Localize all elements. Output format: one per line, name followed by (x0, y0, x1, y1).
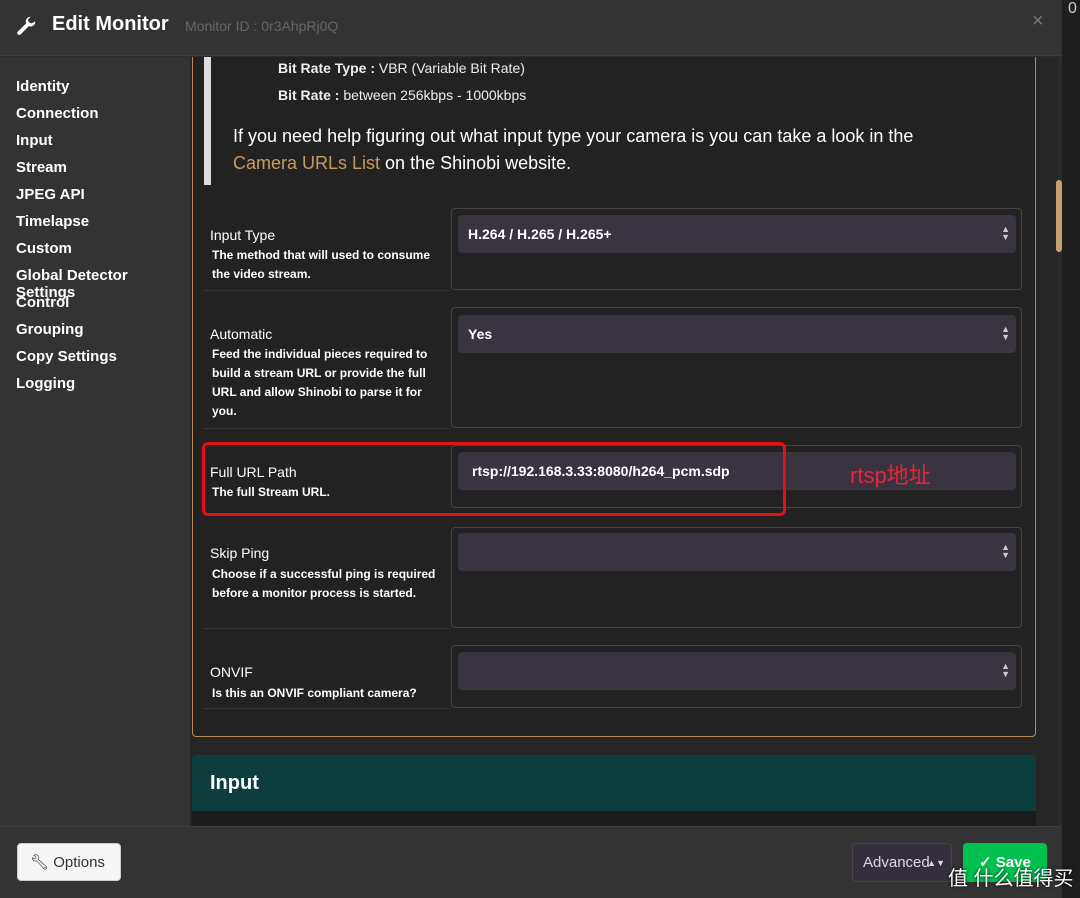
field-description: The method that will used to consume the… (212, 248, 431, 281)
bit-rate: Bit Rate : between 256kbps - 1000kbps (278, 87, 526, 103)
bit-rate-type: Bit Rate Type : VBR (Variable Bit Rate) (278, 60, 525, 76)
field-label: Automatic (210, 326, 273, 342)
bit-rate-value: between 256kbps - 1000kbps (339, 87, 527, 103)
select-arrows-icon: ▲▼ (1001, 661, 1010, 679)
divider (204, 428, 450, 429)
sidebar-item-jpeg-api[interactable]: JPEG API (16, 186, 85, 203)
bit-rate-type-value: VBR (Variable Bit Rate) (374, 60, 525, 76)
sidebar-item-control[interactable]: Control (16, 294, 69, 311)
field-description: Is this an ONVIF compliant camera? (212, 686, 417, 700)
select-arrows-icon: ▲▼ (1001, 542, 1010, 560)
watermark: 值 什么值得买 (948, 868, 1074, 890)
sidebar-item-grouping[interactable]: Grouping (16, 321, 84, 338)
select-arrows-icon: ▲▼ (1001, 324, 1010, 342)
monitor-id: Monitor ID : 0r3AhpRj0Q (185, 18, 339, 34)
sidebar: Identity Connection Input Stream JPEG AP… (0, 57, 190, 826)
field-description: Choose if a successful ping is required … (212, 567, 436, 600)
section-title: Input (210, 772, 259, 794)
field-label: Input Type (210, 227, 276, 243)
select-arrows-icon: ▲▼ (927, 858, 945, 868)
field-description: Feed the individual pieces required to b… (212, 347, 428, 418)
sidebar-item-stream[interactable]: Stream (16, 159, 67, 176)
advanced-select[interactable]: Advanced ▲▼ (852, 843, 952, 882)
sidebar-item-custom[interactable]: Custom (16, 240, 72, 257)
blockquote-bar (204, 57, 211, 185)
camera-urls-link[interactable]: Camera URLs List (233, 153, 380, 173)
modal-header: Edit Monitor Monitor ID : 0r3AhpRj0Q × (0, 0, 1062, 56)
input-type-select[interactable]: H.264 / H.265 / H.265+ ▲ ▼ (458, 215, 1016, 253)
skip-ping-select[interactable]: ▲ ▼ (458, 533, 1016, 571)
options-label: Options (53, 854, 105, 871)
bit-rate-type-label: Bit Rate Type : (278, 60, 375, 76)
sidebar-item-logging[interactable]: Logging (16, 375, 75, 392)
options-button[interactable]: 🔧︎ Options (17, 843, 121, 881)
select-value: H.264 / H.265 / H.265+ (468, 226, 612, 242)
sidebar-item-copy-settings[interactable]: Copy Settings (16, 348, 117, 365)
select-arrows-icon: ▲▼ (1001, 224, 1010, 242)
field-label: ONVIF (210, 664, 253, 680)
input-section-header: Input (192, 755, 1036, 811)
divider (204, 628, 450, 629)
select-value: Yes (468, 326, 493, 342)
help-text: If you need help figuring out what input… (233, 123, 1013, 177)
bit-rate-label: Bit Rate : (278, 87, 340, 103)
divider (204, 708, 450, 709)
sidebar-item-identity[interactable]: Identity (16, 78, 69, 95)
close-button[interactable]: × (1032, 10, 1044, 33)
divider (204, 290, 450, 291)
background-edge: 0 (1062, 0, 1080, 898)
scrollbar-thumb[interactable] (1056, 180, 1062, 252)
modal-title: Edit Monitor (52, 13, 169, 35)
help-prefix: If you need help figuring out what input… (233, 126, 914, 146)
wrench-icon: 🔧︎ (30, 854, 54, 871)
highlight-box (202, 442, 786, 516)
advanced-label: Advanced (863, 854, 930, 871)
sidebar-item-timelapse[interactable]: Timelapse (16, 213, 89, 230)
sidebar-item-connection[interactable]: Connection (16, 105, 99, 122)
sidebar-item-input[interactable]: Input (16, 132, 53, 149)
annotation-label: rtsp地址 (850, 463, 931, 488)
input-section-body (192, 811, 1036, 826)
wrench-icon (17, 16, 36, 35)
field-label: Skip Ping (210, 545, 270, 561)
help-suffix: on the Shinobi website. (380, 153, 572, 173)
edge-text: 0 (1068, 0, 1077, 17)
automatic-select[interactable]: Yes ▲ ▼ (458, 315, 1016, 353)
onvif-select[interactable]: ▲ ▼ (458, 652, 1016, 690)
